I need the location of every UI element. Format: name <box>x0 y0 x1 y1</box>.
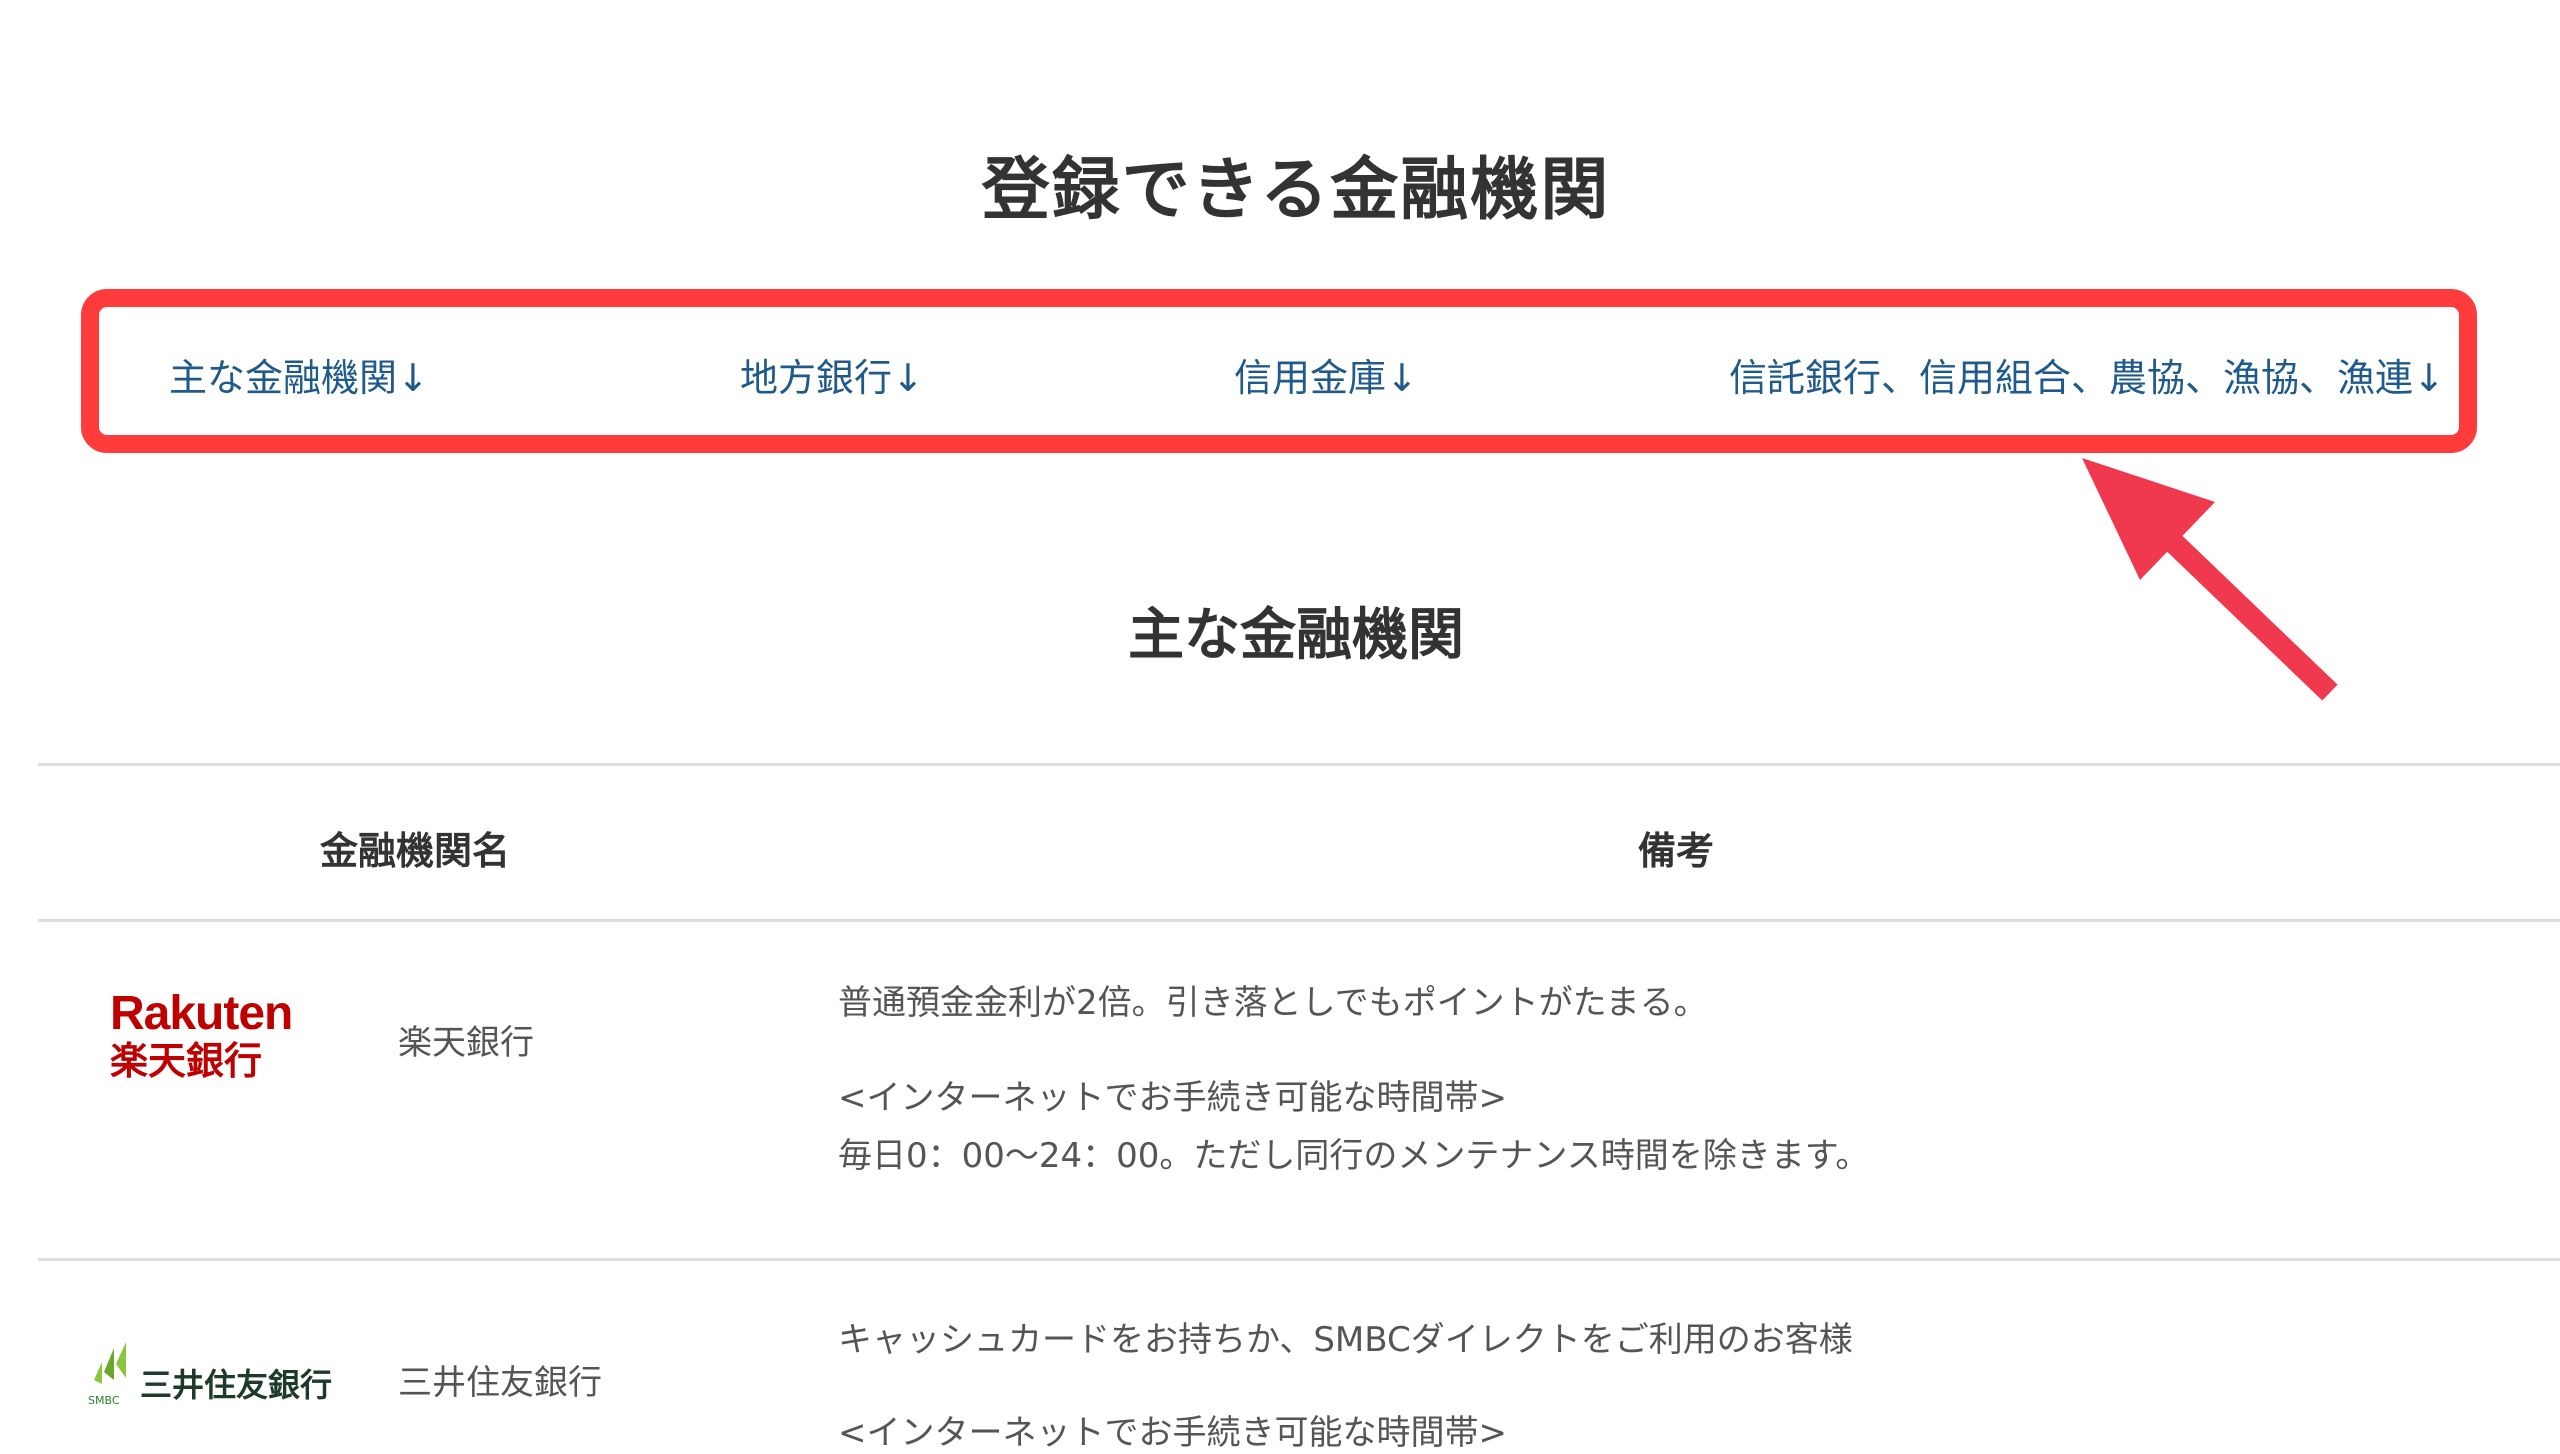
column-header-notes: 備考 <box>1638 829 1715 873</box>
note-line: <インターネットでお手続き可能な時間帯> <box>838 1413 1507 1453</box>
column-header-bank-name: 金融機関名 <box>320 829 511 873</box>
table-top-divider <box>38 763 2560 766</box>
anchor-link-shinkin-banks[interactable]: 信用金庫↓ <box>1234 347 1418 402</box>
smbc-leaf-icon: SMBC <box>88 1342 126 1407</box>
bank-name-smbc: 三井住友銀行 <box>398 1363 602 1403</box>
section-title: 主な金融機関 <box>1128 603 1464 668</box>
note-line: キャッシュカードをお持ちか、SMBCダイレクトをご利用のお客様 <box>838 1320 1853 1360</box>
smbc-bank-logo: SMBC 三井住友銀行 <box>86 1340 346 1410</box>
smbc-mark-label: SMBC <box>88 1394 120 1407</box>
rakuten-logo-text: Rakuten <box>110 987 293 1040</box>
bank-name-rakuten: 楽天銀行 <box>398 1023 534 1063</box>
note-line: <インターネットでお手続き可能な時間帯> <box>838 1078 1507 1118</box>
anchor-link-regional-banks[interactable]: 地方銀行↓ <box>740 347 924 402</box>
table-header-divider <box>38 919 2560 922</box>
smbc-logo-japanese: 三井住友銀行 <box>140 1366 333 1404</box>
anchor-nav-highlight: 主な金融機関↓ 地方銀行↓ 信用金庫↓ 信託銀行、信用組合、農協、漁協、漁連↓ <box>81 289 2477 453</box>
rakuten-logo-japanese: 楽天銀行 <box>110 1039 263 1083</box>
page-title: 登録できる金融機関 <box>981 151 1611 230</box>
table-row-divider <box>38 1258 2560 1261</box>
note-line: 毎日0：00〜24：00。ただし同行のメンテナンス時間を除きます。 <box>838 1136 1870 1176</box>
note-line: 普通預金金利が2倍。引き落としでもポイントがたまる。 <box>838 983 1708 1023</box>
anchor-link-major-banks[interactable]: 主な金融機関↓ <box>169 347 429 402</box>
anchor-link-trust-banks-and-others[interactable]: 信託銀行、信用組合、農協、漁協、漁連↓ <box>1729 347 2445 402</box>
rakuten-bank-logo: Rakuten 楽天銀行 <box>110 987 293 1083</box>
